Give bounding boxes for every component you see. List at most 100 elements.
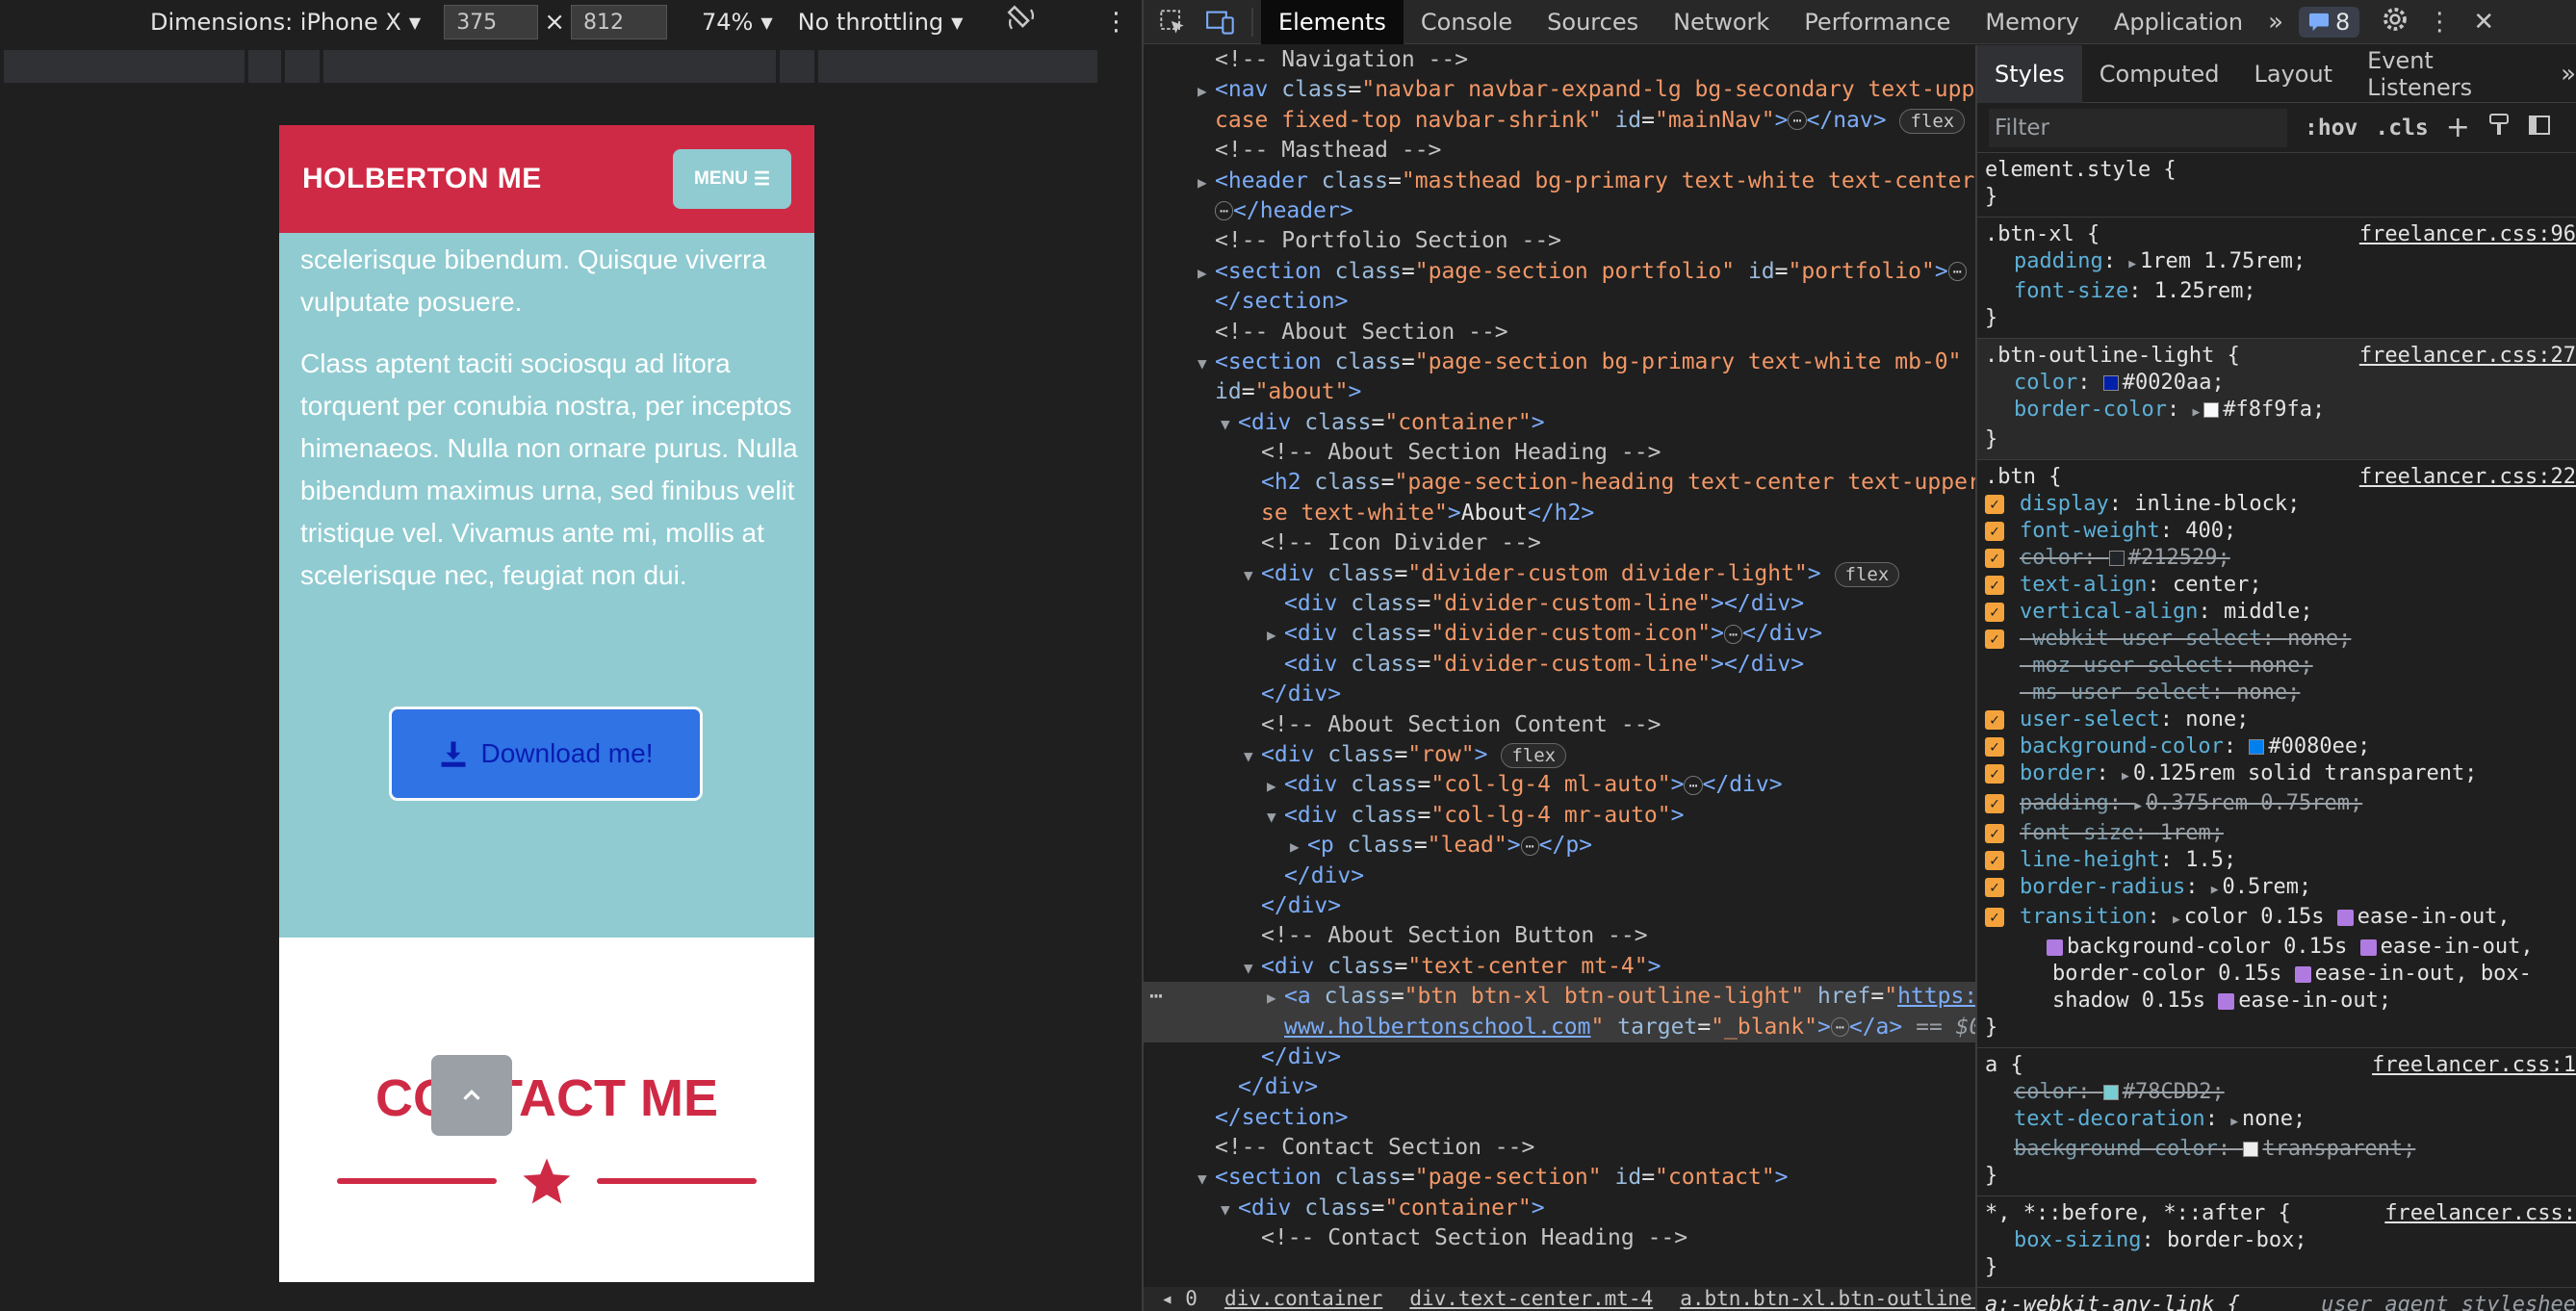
collapse-arrow-icon[interactable]: ▼ [1244, 741, 1261, 771]
dom-node-text-center[interactable]: ▼ <div class="text-center mt-4"> [1144, 952, 1975, 982]
color-swatch[interactable] [2243, 1142, 2259, 1157]
dom-node-divider-line[interactable]: <div class="divider-custom-line"></div> [1144, 589, 1975, 619]
tab-network[interactable]: Network [1656, 0, 1787, 44]
width-input[interactable]: 375 [444, 5, 539, 39]
sidebar-toggle-icon[interactable] [2528, 114, 2551, 142]
style-declaration[interactable]: ✓ line-height: 1.5; [1977, 847, 2576, 874]
style-declaration[interactable]: ✓ padding: ▶ 0.375rem 0.75rem; [1977, 790, 2576, 820]
dom-node-div-close[interactable]: </div> [1144, 861, 1975, 891]
collapse-arrow-icon[interactable]: ▼ [1244, 560, 1261, 590]
zoom-dropdown[interactable]: 74% ▼ [702, 9, 773, 36]
dom-node-p-lead[interactable]: ▶ <p class="lead"> ⋯ </p> [1144, 831, 1975, 861]
collapse-arrow-icon[interactable]: ▼ [1267, 802, 1284, 832]
dom-node-divider-line[interactable]: <div class="divider-custom-line"></div> [1144, 650, 1975, 680]
flex-badge[interactable]: flex [1834, 561, 1900, 587]
source-link[interactable]: freelancer.css: [2384, 1200, 2576, 1227]
download-button[interactable]: Download me! [389, 707, 703, 801]
style-declaration[interactable]: text-decoration: ▶ none; [1977, 1106, 2576, 1136]
more-options-icon[interactable]: ⋮ [1103, 8, 1128, 37]
href-link[interactable]: www.holbertonschool.com [1284, 1015, 1591, 1040]
style-declaration[interactable]: ✓ color: #212529; [1977, 545, 2576, 572]
breadcrumb-item[interactable]: a.btn.btn-xl.btn-outline-light [1680, 1287, 1975, 1311]
tab-application[interactable]: Application [2097, 0, 2260, 44]
more-tabs-icon[interactable]: » [2561, 60, 2576, 89]
dom-node-container[interactable]: ▼ <div class="container"> [1144, 1194, 1975, 1223]
href-link[interactable]: https:// [1897, 984, 1975, 1009]
cls-toggle[interactable]: .cls [2375, 116, 2428, 141]
styles-filter-input[interactable]: Filter [1989, 108, 2287, 147]
style-declaration[interactable]: -ms-user-select: none; [1977, 680, 2576, 707]
style-declaration[interactable]: ✓ border: ▶ 0.125rem solid transparent; [1977, 760, 2576, 790]
source-link[interactable]: freelancer.css:22 [2359, 464, 2576, 491]
flex-badge[interactable]: flex [1501, 742, 1567, 768]
dom-node-anchor-cont[interactable]: www.holbertonschool.com" target="_blank"… [1144, 1012, 1975, 1042]
more-tabs-icon[interactable]: » [2268, 8, 2283, 37]
style-declaration[interactable]: box-sizing: border-box; [1977, 1227, 2576, 1254]
checkbox-icon[interactable]: ✓ [1985, 764, 2004, 784]
dom-node-div-close[interactable]: </div> [1144, 1042, 1975, 1072]
style-declaration[interactable]: color: #78CDD2; [1977, 1079, 2576, 1106]
style-rule-btn[interactable]: .btn {freelancer.css:22 ✓ display: inline… [1977, 460, 2576, 1048]
tab-layout[interactable]: Layout [2236, 45, 2350, 103]
easing-icon[interactable] [2336, 909, 2354, 926]
expand-arrow-icon[interactable]: ▶ [1290, 832, 1307, 861]
style-declaration[interactable]: ✓ background-color: #0080ee; [1977, 733, 2576, 760]
checkbox-icon[interactable]: ✓ [1985, 878, 2004, 897]
style-declaration[interactable]: ✓ display: inline-block; [1977, 491, 2576, 518]
plus-icon[interactable]: + [2446, 111, 2470, 144]
checkbox-icon[interactable]: ✓ [1985, 522, 2004, 541]
checkbox-icon[interactable]: ✓ [1985, 710, 2004, 730]
media-query-segment[interactable] [4, 50, 245, 83]
style-declaration[interactable]: padding: ▶ 1rem 1.75rem; [1977, 248, 2576, 278]
dom-node-divider[interactable]: ▼ <div class="divider-custom divider-ligh… [1144, 559, 1975, 589]
dom-node-div-close[interactable]: </div> [1144, 891, 1975, 921]
style-rule-btn-outline-light[interactable]: .btn-outline-light {freelancer.css:27 co… [1977, 339, 2576, 460]
style-declaration[interactable]: ✓ transition: ▶ color 0.15s ease-in-out, [1977, 904, 2576, 934]
easing-icon[interactable] [2359, 938, 2377, 956]
throttle-dropdown[interactable]: No throttling ▼ [798, 9, 964, 36]
tab-performance[interactable]: Performance [1787, 0, 1968, 44]
source-link[interactable]: freelancer.css:27 [2359, 343, 2576, 370]
dom-node-section-portfolio[interactable]: ▶ <section class="page-section portfolio"… [1144, 257, 1975, 287]
checkbox-icon[interactable]: ✓ [1985, 549, 2004, 568]
issues-badge[interactable]: 8 [2299, 6, 2360, 38]
site-brand[interactable]: HOLBERTON ME [302, 163, 542, 195]
breadcrumb-item[interactable]: div.container [1224, 1287, 1382, 1311]
dom-comment[interactable]: <!-- About Section Heading --> [1144, 438, 1975, 468]
checkbox-icon[interactable]: ✓ [1985, 603, 2004, 622]
style-rule-universal[interactable]: *, *::before, *::after {freelancer.css: … [1977, 1196, 2576, 1288]
rotate-icon[interactable] [1005, 3, 1038, 41]
checkbox-icon[interactable]: ✓ [1985, 630, 2004, 649]
source-link[interactable]: freelancer.css:1 [2372, 1052, 2576, 1079]
expand-arrow-icon[interactable]: ▶ [1198, 258, 1215, 288]
checkbox-icon[interactable]: ✓ [1985, 737, 2004, 757]
expand-arrow-icon[interactable]: ▶ [1267, 771, 1284, 801]
collapse-arrow-icon[interactable]: ▼ [1198, 348, 1215, 378]
dom-node-section-about[interactable]: ▼ <section class="page-section bg-primary… [1144, 347, 1975, 377]
collapse-arrow-icon[interactable]: ▼ [1221, 409, 1238, 439]
expand-arrow-icon[interactable]: ▶ [1267, 620, 1284, 650]
checkbox-icon[interactable]: ✓ [1985, 824, 2004, 843]
menu-button[interactable]: MENU ☰ [673, 149, 791, 209]
collapse-arrow-icon[interactable]: ▼ [1221, 1195, 1238, 1224]
easing-icon[interactable] [2047, 938, 2063, 956]
checkbox-icon[interactable]: ✓ [1985, 908, 2004, 927]
dom-node-h2[interactable]: <h2 class="page-section-heading text-cen… [1144, 468, 1975, 498]
close-icon[interactable]: ✕ [2473, 8, 2494, 37]
dom-comment[interactable]: <!-- About Section Button --> [1144, 921, 1975, 951]
dom-node-row[interactable]: ▼ <div class="row"> flex [1144, 740, 1975, 770]
media-query-segment[interactable] [285, 50, 320, 83]
style-declaration[interactable]: ✓ font-weight: 400; [1977, 518, 2576, 545]
ellipsis-icon[interactable]: ⋯ [1149, 982, 1163, 1012]
device-dropdown[interactable]: Dimensions: iPhone X ▼ [150, 9, 421, 36]
dom-node-div-close[interactable]: </div> [1144, 680, 1975, 709]
collapse-arrow-icon[interactable]: ▼ [1198, 1164, 1215, 1194]
height-input[interactable]: 812 [570, 5, 667, 39]
dom-node-col-mr[interactable]: ▼ <div class="col-lg-4 mr-auto"> [1144, 801, 1975, 831]
style-declaration[interactable]: color: #0020aa; [1977, 370, 2576, 397]
media-query-segment[interactable] [780, 50, 814, 83]
checkbox-icon[interactable]: ✓ [1985, 851, 2004, 870]
style-declaration[interactable]: ✓ text-align: center; [1977, 572, 2576, 599]
paint-brush-icon[interactable] [2487, 113, 2511, 143]
dom-comment[interactable]: <!-- About Section --> [1144, 318, 1975, 347]
